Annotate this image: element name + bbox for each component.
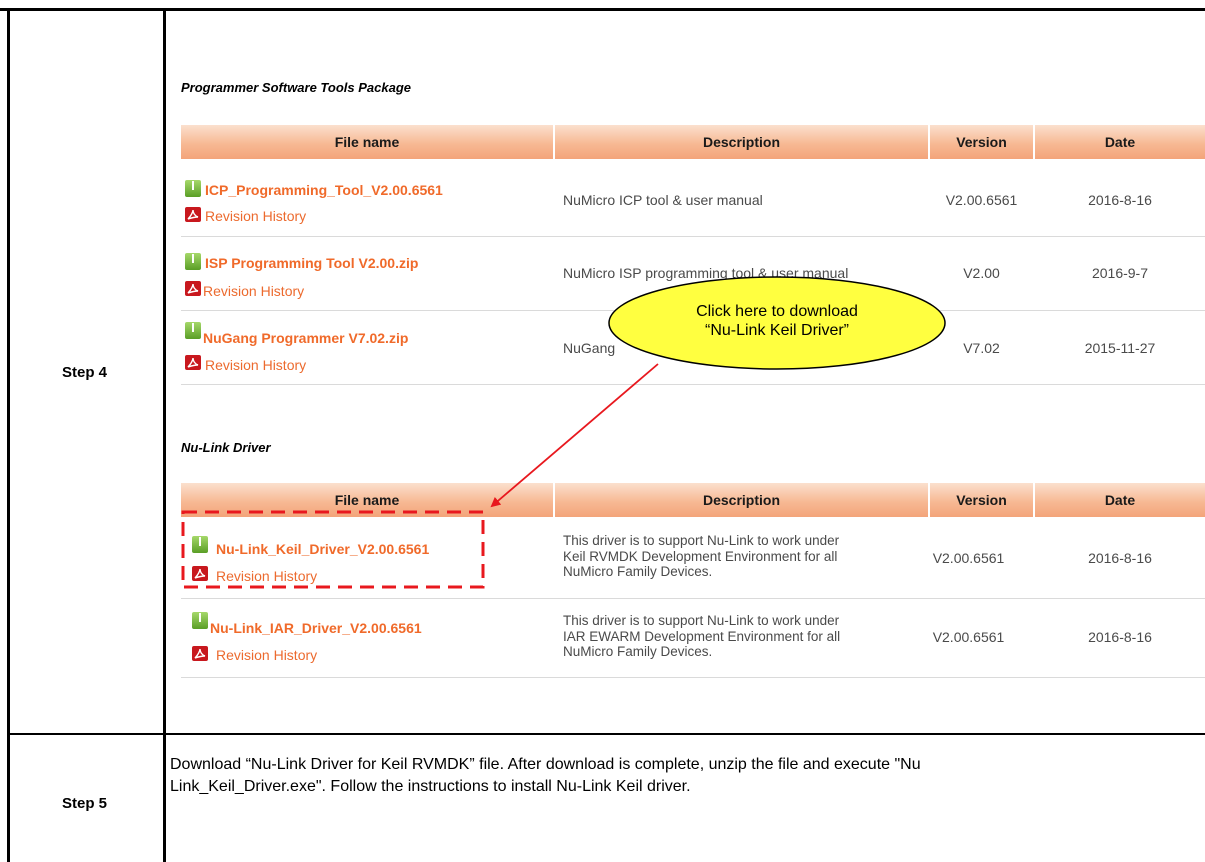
description-line: Keil RVMDK Development Environment for a… <box>563 548 838 564</box>
isp-revision-history-link[interactable]: Revision History <box>203 283 304 299</box>
nugang-link[interactable]: NuGang Programmer V7.02.zip <box>203 330 408 346</box>
programmer-table-header: File name Description Version Date <box>181 125 1205 159</box>
nugang-version: V7.02 <box>963 340 1000 356</box>
table-row-divider <box>7 733 1205 735</box>
zip-file-icon <box>185 322 201 339</box>
description-line: This driver is to support Nu-Link to wor… <box>563 533 840 548</box>
keil-date: 2016-8-16 <box>1088 550 1152 566</box>
zip-file-icon <box>192 536 208 553</box>
step-5-line-2: Link_Keil_Driver.exe". Follow the instru… <box>170 778 691 795</box>
zip-file-icon <box>192 612 208 629</box>
zip-file-icon <box>185 253 201 270</box>
step-5-instructions: Download “Nu-Link Driver for Keil RVMDK”… <box>170 754 921 798</box>
icp-description: NuMicro ICP tool & user manual <box>563 192 763 208</box>
description-line: This driver is to support Nu-Link to wor… <box>563 613 840 628</box>
nugang-revision-history-link[interactable]: Revision History <box>205 357 306 373</box>
callout-line-2: “Nu-Link Keil Driver” <box>704 322 850 339</box>
callout-text: Click here to download “Nu-Link Keil Dri… <box>610 302 944 340</box>
keil-version: V2.00.6561 <box>932 550 1005 566</box>
header-description: Description <box>702 134 780 150</box>
pdf-icon <box>192 646 208 661</box>
icp-version: V2.00.6561 <box>945 192 1018 208</box>
isp-description: NuMicro ISP programming tool & user manu… <box>563 265 849 281</box>
header-file-name: File name <box>334 492 400 508</box>
pdf-icon <box>185 281 201 296</box>
pdf-icon <box>192 566 208 581</box>
zip-file-icon <box>185 180 201 197</box>
keil-driver-link[interactable]: Nu-Link_Keil_Driver_V2.00.6561 <box>216 541 429 557</box>
pdf-icon <box>185 207 201 222</box>
iar-description: This driver is to support Nu-Link to wor… <box>563 613 840 660</box>
pdf-icon <box>185 355 201 370</box>
header-version: Version <box>956 134 1007 150</box>
icp-date: 2016-8-16 <box>1088 192 1152 208</box>
table-border-top <box>0 8 1205 11</box>
description-line: NuMicro Family Devices. <box>563 644 713 659</box>
isp-date: 2016-9-7 <box>1091 265 1149 281</box>
programmer-section-title: Programmer Software Tools Package <box>181 80 411 95</box>
isp-version: V2.00 <box>963 265 1000 281</box>
iar-driver-link[interactable]: Nu-Link_IAR_Driver_V2.00.6561 <box>210 620 422 636</box>
icp-revision-history-link[interactable]: Revision History <box>205 208 306 224</box>
header-date: Date <box>1104 134 1136 150</box>
isp-tool-link[interactable]: ISP Programming Tool V2.00.zip <box>205 255 418 271</box>
header-description: Description <box>702 492 780 508</box>
keil-revision-history-link[interactable]: Revision History <box>216 568 317 584</box>
driver-section-title: Nu-Link Driver <box>181 440 271 455</box>
header-file-name: File name <box>334 134 400 150</box>
description-line: NuMicro Family Devices. <box>563 564 713 579</box>
iar-date: 2016-8-16 <box>1088 629 1152 645</box>
driver-table-header: File name Description Version Date <box>181 483 1205 517</box>
header-version: Version <box>956 492 1007 508</box>
keil-description: This driver is to support Nu-Link to wor… <box>563 533 839 580</box>
iar-version: V2.00.6561 <box>932 629 1005 645</box>
icp-tool-link[interactable]: ICP_Programming_Tool_V2.00.6561 <box>205 182 443 198</box>
step-4-label: Step 4 <box>62 364 108 381</box>
description-line: IAR EWARM Development Environment for al… <box>563 628 841 644</box>
step-5-line-1: Download “Nu-Link Driver for Keil RVMDK”… <box>170 756 921 773</box>
header-date: Date <box>1104 492 1136 508</box>
nugang-description: NuGang <box>563 340 616 356</box>
step-5-label: Step 5 <box>62 795 108 812</box>
nugang-date: 2015-11-27 <box>1084 340 1156 356</box>
iar-revision-history-link[interactable]: Revision History <box>216 647 317 663</box>
callout-line-1: Click here to download <box>696 303 858 320</box>
